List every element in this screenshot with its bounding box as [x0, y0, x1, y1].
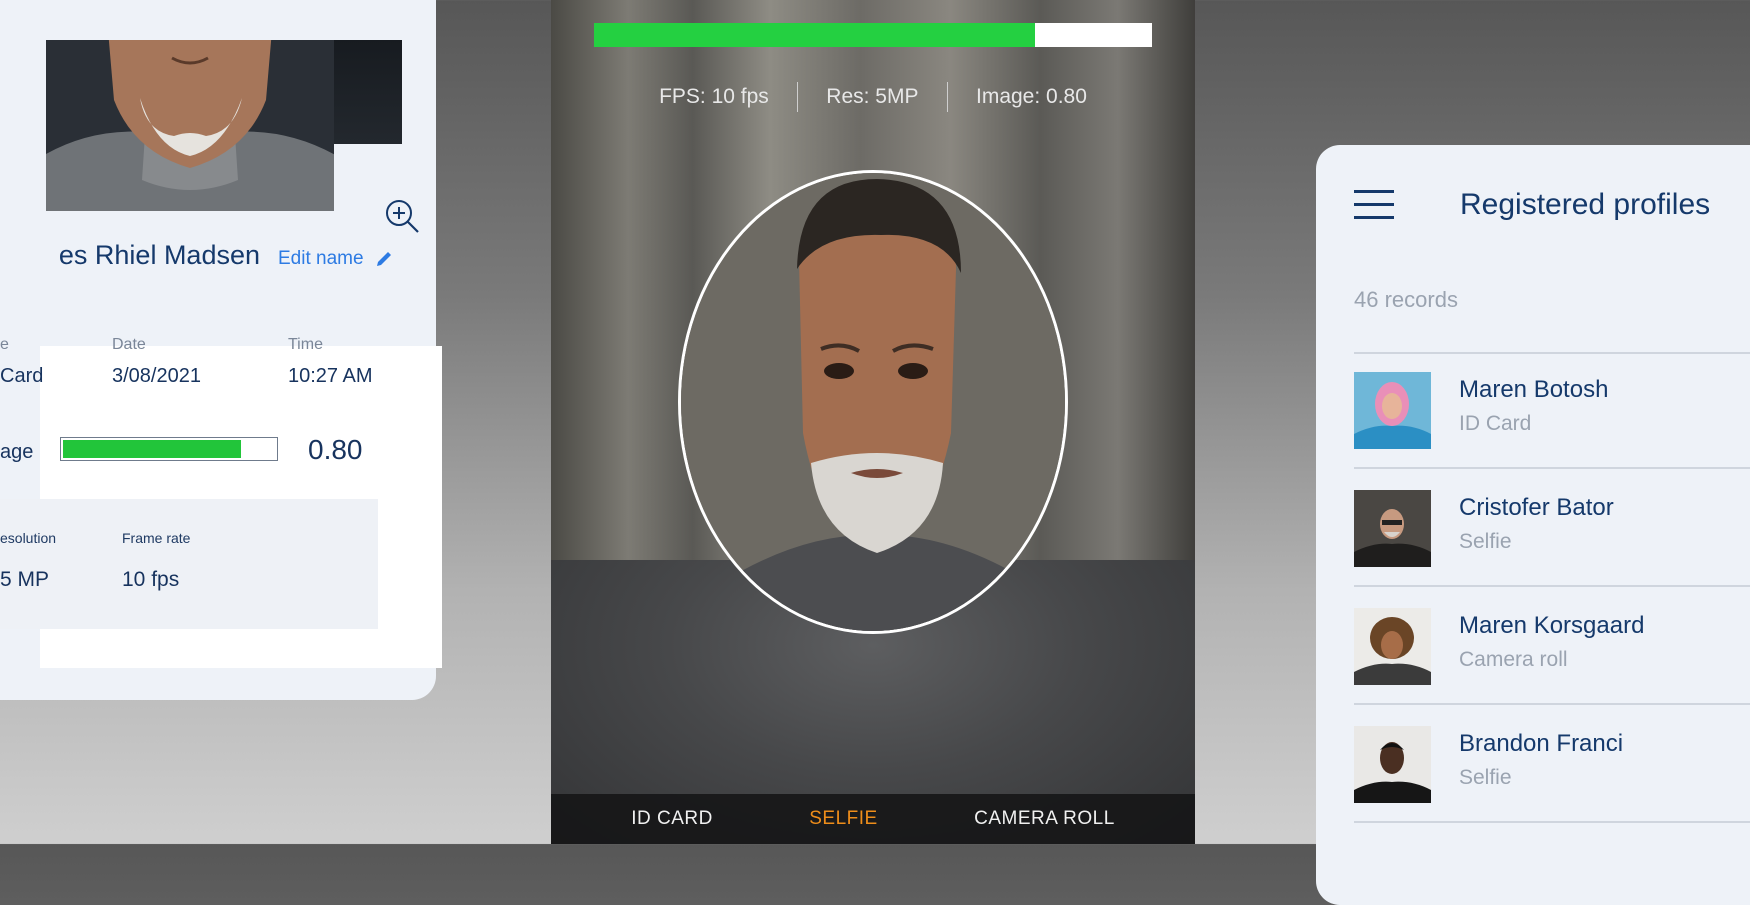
tab-camera-roll[interactable]: CAMERA ROLL [974, 808, 1115, 830]
stat-divider [946, 82, 948, 112]
zoom-in-button[interactable] [382, 196, 422, 236]
capture-specs-panel [0, 499, 378, 629]
date-label: Date [112, 336, 146, 353]
record-count: 46 records [1354, 287, 1458, 312]
capture-progress-fill [594, 23, 1035, 47]
camera-stats: FPS: 10 fps Res: 5MP Image: 0.80 [551, 80, 1195, 114]
stat-divider [796, 82, 799, 112]
resolution-value: 5 MP [0, 568, 50, 591]
profile-list-item[interactable]: Cristofer Bator Selfie [1354, 470, 1750, 588]
profile-name: Cristofer Bator [1459, 494, 1614, 521]
source-label: e [0, 336, 9, 353]
list-divider [1354, 821, 1750, 823]
time-label: Time [288, 336, 323, 353]
hamburger-icon [1354, 190, 1394, 219]
zoom-in-icon [386, 200, 419, 233]
photo-background-strip [334, 40, 402, 144]
frame-rate-label: Frame rate [122, 530, 191, 546]
list-divider [1354, 467, 1750, 469]
avatar [1354, 726, 1431, 803]
quality-bar-fill [63, 440, 242, 458]
quality-label: age [0, 441, 34, 463]
resolution-stat: Res: 5MP [826, 85, 919, 108]
avatar [1354, 372, 1431, 449]
profile-source: Selfie [1459, 530, 1512, 553]
list-divider [1354, 585, 1750, 587]
quality-score: 0.80 [308, 434, 363, 465]
pencil-icon [376, 252, 391, 266]
portrait-image [46, 40, 334, 211]
profile-source: Camera roll [1459, 648, 1568, 671]
profile-name: Maren Korsgaard [1459, 612, 1645, 639]
menu-button[interactable] [1354, 190, 1394, 220]
edit-name-link[interactable]: Edit name [278, 246, 394, 272]
profile-photo[interactable] [46, 40, 334, 211]
frame-rate-value: 10 fps [122, 568, 180, 591]
profile-source: Selfie [1459, 766, 1512, 789]
profile-name: es Rhiel Madsen [58, 240, 260, 270]
capture-mode-tabs: ID CARD SELFIE CAMERA ROLL [551, 794, 1195, 844]
profile-name: Maren Botosh [1459, 376, 1609, 403]
subject-face [681, 173, 1065, 631]
resolution-label: esolution [0, 530, 57, 546]
edit-name-label: Edit name [278, 248, 364, 269]
time-value: 10:27 AM [288, 365, 373, 387]
page-title: Registered profiles [1460, 188, 1711, 221]
tab-selfie[interactable]: SELFIE [809, 808, 877, 830]
list-divider [1354, 703, 1750, 705]
profile-list-item[interactable]: Maren Botosh ID Card [1354, 352, 1750, 470]
source-value: Card [0, 365, 44, 387]
image-quality-stat: Image: 0.80 [976, 85, 1087, 108]
profile-list-item[interactable]: Brandon Franci Selfie [1354, 706, 1750, 824]
face-guide-oval [678, 170, 1068, 634]
profile-name: Brandon Franci [1459, 730, 1624, 757]
profile-source: ID Card [1459, 412, 1532, 435]
avatar [1354, 490, 1431, 567]
avatar [1354, 608, 1431, 685]
date-value: 3/08/2021 [112, 365, 201, 387]
quality-bar [60, 437, 278, 461]
fps-stat: FPS: 10 fps [659, 85, 769, 108]
capture-progress-bar [594, 23, 1152, 47]
tab-id-card[interactable]: ID CARD [631, 808, 713, 830]
profile-list-item[interactable]: Maren Korsgaard Camera roll [1354, 588, 1750, 706]
